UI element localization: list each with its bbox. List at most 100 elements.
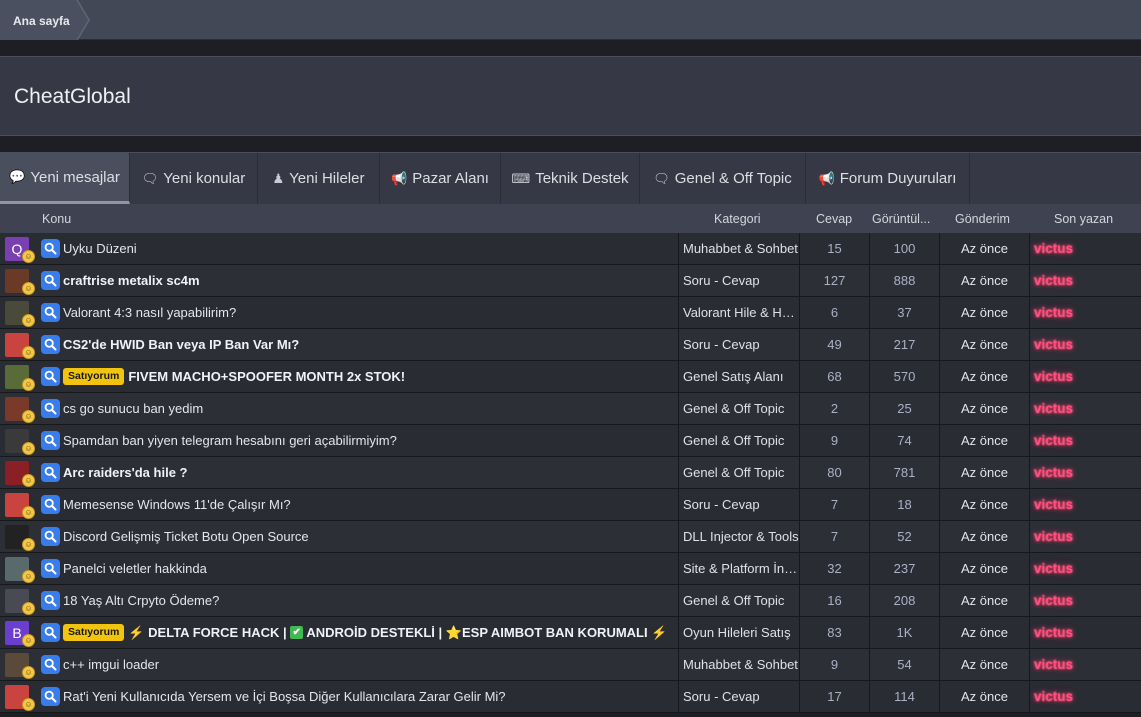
- posted-time-cell[interactable]: Az önce: [939, 233, 1029, 264]
- posted-time-cell[interactable]: Az önce: [939, 265, 1029, 296]
- search-icon[interactable]: [41, 591, 60, 610]
- tab-2[interactable]: ♟ Yeni Hileler: [258, 153, 380, 204]
- thread-title-link[interactable]: Rat'i Yeni Kullanıcıda Yersem ve İçi Boş…: [63, 681, 506, 712]
- last-poster-link[interactable]: victus: [1029, 585, 1141, 616]
- last-poster-link[interactable]: victus: [1029, 297, 1141, 328]
- column-header-views[interactable]: Görüntül...: [872, 212, 930, 226]
- category-cell[interactable]: Soru - Cevap: [678, 329, 799, 360]
- table-row[interactable]: ☺ cs go sunucu ban yedim Genel & Off Topic…: [0, 393, 1141, 425]
- posted-time-cell[interactable]: Az önce: [939, 489, 1029, 520]
- thread-title-link[interactable]: Satıyorum FIVEM MACHO+SPOOFER MONTH 2x ST…: [63, 361, 405, 392]
- search-icon[interactable]: [41, 623, 60, 642]
- column-header-posted[interactable]: Gönderim: [955, 212, 1010, 226]
- table-row[interactable]: ☺ Spamdan ban yiyen telegram hesabını ger…: [0, 425, 1141, 457]
- category-cell[interactable]: Genel & Off Topic: [678, 457, 799, 488]
- search-icon[interactable]: [41, 463, 60, 482]
- search-icon[interactable]: [41, 399, 60, 418]
- posted-time-cell[interactable]: Az önce: [939, 649, 1029, 680]
- column-header-replies[interactable]: Cevap: [816, 212, 852, 226]
- category-cell[interactable]: Soru - Cevap: [678, 489, 799, 520]
- thread-title-link[interactable]: Uyku Düzeni: [63, 233, 137, 264]
- search-icon[interactable]: [41, 559, 60, 578]
- thread-title-link[interactable]: Satıyorum ⚡ DELTA FORCE HACK | ✔ ANDROİD …: [63, 617, 667, 648]
- category-cell[interactable]: DLL Injector & Tools: [678, 521, 799, 552]
- category-cell[interactable]: Valorant Hile & Hack: [678, 297, 799, 328]
- search-icon[interactable]: [41, 495, 60, 514]
- thread-title-link[interactable]: c++ imgui loader: [63, 649, 159, 680]
- tab-0[interactable]: 💬 Yeni mesajlar: [0, 153, 130, 204]
- posted-time-cell[interactable]: Az önce: [939, 393, 1029, 424]
- table-row[interactable]: ☺ Rat'i Yeni Kullanıcıda Yersem ve İçi Bo…: [0, 681, 1141, 713]
- category-cell[interactable]: Soru - Cevap: [678, 681, 799, 712]
- column-header-category[interactable]: Kategori: [714, 212, 761, 226]
- tab-4[interactable]: ⌨ Teknik Destek: [501, 153, 640, 204]
- last-poster-link[interactable]: victus: [1029, 329, 1141, 360]
- last-poster-link[interactable]: victus: [1029, 681, 1141, 712]
- thread-title-link[interactable]: Panelci veletler hakkinda: [63, 553, 207, 584]
- tab-1[interactable]: 🗨 Yeni konular: [130, 153, 258, 204]
- category-cell[interactable]: Genel & Off Topic: [678, 425, 799, 456]
- search-icon[interactable]: [41, 367, 60, 386]
- last-poster-link[interactable]: victus: [1029, 425, 1141, 456]
- posted-time-cell[interactable]: Az önce: [939, 553, 1029, 584]
- category-cell[interactable]: Soru - Cevap: [678, 265, 799, 296]
- category-cell[interactable]: Site & Platform İncelemeleri: [678, 553, 799, 584]
- column-header-last-poster[interactable]: Son yazan: [1054, 212, 1113, 226]
- posted-time-cell[interactable]: Az önce: [939, 425, 1029, 456]
- thread-title-link[interactable]: Valorant 4:3 nasıl yapabilirim?: [63, 297, 236, 328]
- category-cell[interactable]: Muhabbet & Sohbet: [678, 233, 799, 264]
- search-icon[interactable]: [41, 687, 60, 706]
- search-icon[interactable]: [41, 239, 60, 258]
- breadcrumb-home-label[interactable]: Ana sayfa: [13, 14, 70, 28]
- search-icon[interactable]: [41, 335, 60, 354]
- table-row[interactable]: ☺ craftrise metalix sc4m Soru - Cevap 127 88…: [0, 265, 1141, 297]
- table-row[interactable]: ☺ Valorant 4:3 nasıl yapabilirim? Valorant…: [0, 297, 1141, 329]
- last-poster-link[interactable]: victus: [1029, 649, 1141, 680]
- last-poster-link[interactable]: victus: [1029, 553, 1141, 584]
- thread-title-link[interactable]: craftrise metalix sc4m: [63, 265, 200, 296]
- thread-title-link[interactable]: Spamdan ban yiyen telegram hesabını geri…: [63, 425, 397, 456]
- category-cell[interactable]: Genel Satış Alanı: [678, 361, 799, 392]
- posted-time-cell[interactable]: Az önce: [939, 361, 1029, 392]
- category-cell[interactable]: Genel & Off Topic: [678, 393, 799, 424]
- last-poster-link[interactable]: victus: [1029, 393, 1141, 424]
- thread-title-link[interactable]: Memesense Windows 11'de Çalışır Mı?: [63, 489, 291, 520]
- posted-time-cell[interactable]: Az önce: [939, 585, 1029, 616]
- column-header-topic[interactable]: Konu: [42, 212, 71, 226]
- posted-time-cell[interactable]: Az önce: [939, 617, 1029, 648]
- search-icon[interactable]: [41, 431, 60, 450]
- table-row[interactable]: Q ☺ Uyku Düzeni Muhabbet & Sohbet 15 100 Az ön…: [0, 233, 1141, 265]
- last-poster-link[interactable]: victus: [1029, 361, 1141, 392]
- table-row[interactable]: ☺ 18 Yaş Altı Crpyto Ödeme? Genel & Off To…: [0, 585, 1141, 617]
- last-poster-link[interactable]: victus: [1029, 521, 1141, 552]
- table-row[interactable]: ☺ Discord Gelişmiş Ticket Botu Open Sourc…: [0, 521, 1141, 553]
- posted-time-cell[interactable]: Az önce: [939, 681, 1029, 712]
- thread-title-link[interactable]: cs go sunucu ban yedim: [63, 393, 203, 424]
- tab-3[interactable]: 📢 Pazar Alanı: [380, 153, 501, 204]
- category-cell[interactable]: Genel & Off Topic: [678, 585, 799, 616]
- breadcrumb-home[interactable]: Ana sayfa: [0, 0, 88, 40]
- category-cell[interactable]: Oyun Hileleri Satış: [678, 617, 799, 648]
- table-row[interactable]: ☺ Satıyorum FIVEM MACHO+SPOOFER MONTH 2x S…: [0, 361, 1141, 393]
- table-row[interactable]: ☺ Memesense Windows 11'de Çalışır Mı? Soru…: [0, 489, 1141, 521]
- last-poster-link[interactable]: victus: [1029, 457, 1141, 488]
- table-row[interactable]: B ☺ Satıyorum ⚡ DELTA FORCE HACK | ✔ ANDROİ…: [0, 617, 1141, 649]
- last-poster-link[interactable]: victus: [1029, 233, 1141, 264]
- thread-title-link[interactable]: 18 Yaş Altı Crpyto Ödeme?: [63, 585, 219, 616]
- prefix-badge[interactable]: Satıyorum: [63, 624, 125, 642]
- search-icon[interactable]: [41, 303, 60, 322]
- last-poster-link[interactable]: victus: [1029, 265, 1141, 296]
- search-icon[interactable]: [41, 527, 60, 546]
- prefix-badge[interactable]: Satıyorum: [63, 368, 125, 386]
- tab-5[interactable]: 🗨 Genel & Off Topic: [640, 153, 806, 204]
- posted-time-cell[interactable]: Az önce: [939, 297, 1029, 328]
- last-poster-link[interactable]: victus: [1029, 617, 1141, 648]
- tab-6[interactable]: 📢 Forum Duyuruları: [806, 153, 970, 204]
- table-row[interactable]: ☺ CS2'de HWID Ban veya IP Ban Var Mı? Soru…: [0, 329, 1141, 361]
- search-icon[interactable]: [41, 271, 60, 290]
- last-poster-link[interactable]: victus: [1029, 489, 1141, 520]
- table-row[interactable]: ☺ Panelci veletler hakkinda Site & Platfor…: [0, 553, 1141, 585]
- table-row[interactable]: ☺ Arc raiders'da hile ? Genel & Off Topic 8…: [0, 457, 1141, 489]
- category-cell[interactable]: Muhabbet & Sohbet: [678, 649, 799, 680]
- posted-time-cell[interactable]: Az önce: [939, 329, 1029, 360]
